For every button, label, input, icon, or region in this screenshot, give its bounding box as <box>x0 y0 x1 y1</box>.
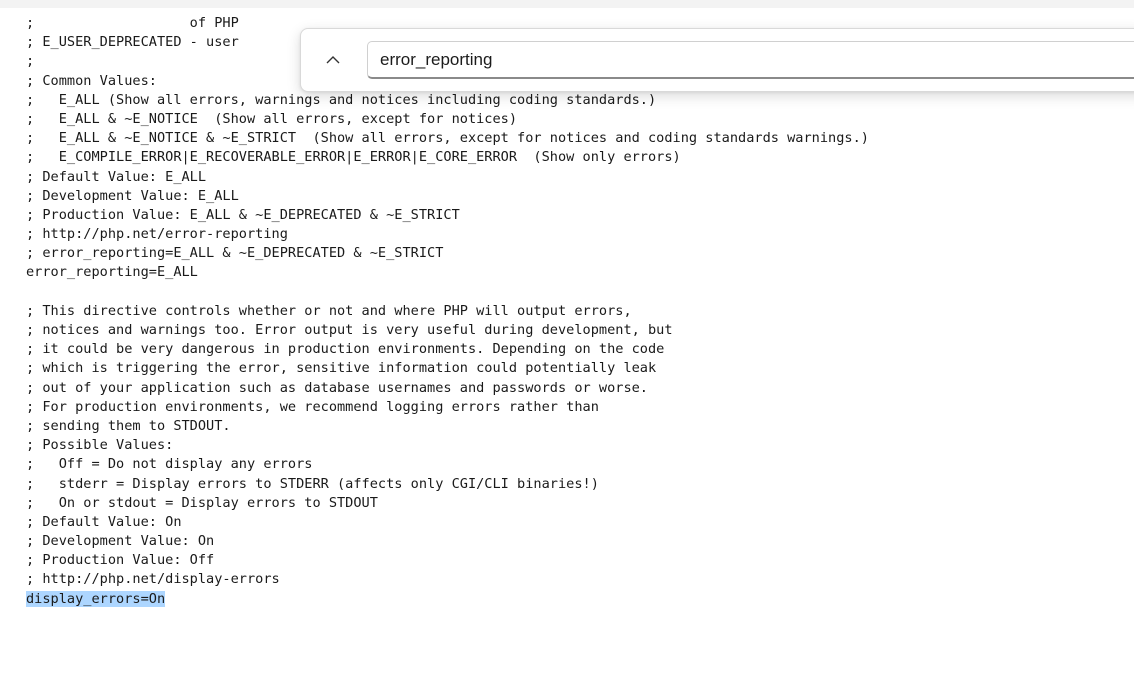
code-line-text: ; http://php.net/error-reporting <box>26 226 288 243</box>
code-line: error_reporting=E_ALL <box>26 263 869 282</box>
code-line: ; http://php.net/display-errors <box>26 570 869 589</box>
code-line: ; Off = Do not display any errors <box>26 455 869 474</box>
code-line-text: ; Off = Do not display any errors <box>26 456 313 473</box>
code-line-text: ; which is triggering the error, sensiti… <box>26 360 657 377</box>
code-line: ; E_ALL (Show all errors, warnings and n… <box>26 91 869 110</box>
find-bar <box>300 28 1134 92</box>
code-line-text: ; stderr = Display errors to STDERR (aff… <box>26 475 599 492</box>
code-line-text: ; notices and warnings too. Error output… <box>26 322 673 338</box>
code-line-text: ; it could be very dangerous in producti… <box>26 341 665 358</box>
find-previous-button[interactable] <box>315 43 351 77</box>
code-line: ; Production Value: Off <box>26 551 869 570</box>
code-line-text: ; E_COMPILE_ERROR|E_RECOVERABLE_ERROR|E_… <box>26 149 681 166</box>
code-line: ; notices and warnings too. Error output… <box>26 321 869 340</box>
code-line: ; For production environments, we recomm… <box>26 398 869 417</box>
code-line: ; sending them to STDOUT. <box>26 417 869 436</box>
code-line-text: ; Default Value: On <box>26 513 182 530</box>
code-line: ; Default Value: E_ALL <box>26 168 869 187</box>
code-area[interactable]: ; of PHP ; E_USER_DEPRECATED - user; ; Com… <box>26 14 869 609</box>
code-line: ; error_reporting=E_ALL & ~E_DEPRECATED … <box>26 244 869 263</box>
code-line: ; out of your application such as databa… <box>26 379 869 398</box>
code-line: ; Default Value: On <box>26 513 869 532</box>
selected-text: display_errors=On <box>26 590 166 607</box>
code-line: ; Production Value: E_ALL & ~E_DEPRECATE… <box>26 206 869 225</box>
code-line-text: ; <box>26 53 35 70</box>
code-line-text: ; Default Value: E_ALL <box>26 168 207 185</box>
code-line: display_errors=On <box>26 590 869 609</box>
code-line-text: ; error_reporting=E_ALL & ~E_DEPRECATED … <box>26 245 444 262</box>
text-editor[interactable]: ; of PHP ; E_USER_DEPRECATED - user; ; Com… <box>0 0 1134 691</box>
code-line-text: error_reporting=E_ALL <box>26 264 198 281</box>
code-line: ; which is triggering the error, sensiti… <box>26 359 869 378</box>
code-line-text: ; On or stdout = Display errors to STDOU… <box>26 494 378 511</box>
code-line: ; On or stdout = Display errors to STDOU… <box>26 494 869 513</box>
find-input[interactable] <box>367 41 1134 79</box>
code-line-text: ; For production environments, we recomm… <box>26 398 599 415</box>
code-line: ; stderr = Display errors to STDERR (aff… <box>26 475 869 494</box>
code-line-text: ; Production Value: E_ALL & ~E_DEPRECATE… <box>26 206 460 223</box>
code-line-text: ; Development Value: E_ALL <box>26 187 239 204</box>
code-line: ; Development Value: On <box>26 532 869 551</box>
code-line: ; http://php.net/error-reporting <box>26 225 869 244</box>
code-line-text: ; Common Values: <box>26 72 157 89</box>
editor-top-strip <box>0 0 1134 8</box>
code-line-text: ; sending them to STDOUT. <box>26 417 231 434</box>
code-line: ; Possible Values: <box>26 436 869 455</box>
code-line-text: ; Development Value: On <box>26 533 215 550</box>
code-line: ; E_COMPILE_ERROR|E_RECOVERABLE_ERROR|E_… <box>26 148 869 167</box>
code-line-text: ; E_ALL (Show all errors, warnings and n… <box>26 91 657 108</box>
code-line: ; Development Value: E_ALL <box>26 187 869 206</box>
code-line-text: ; This directive controls whether or not… <box>26 302 632 319</box>
code-line-text: ; out of your application such as databa… <box>26 379 648 396</box>
code-line-text: ; E_ALL & ~E_NOTICE (Show all errors, ex… <box>26 110 518 127</box>
code-line-text: ; http://php.net/display-errors <box>26 571 280 588</box>
code-line-text: ; of PHP <box>26 15 239 31</box>
code-line: ; it could be very dangerous in producti… <box>26 340 869 359</box>
code-line: ; E_ALL & ~E_NOTICE (Show all errors, ex… <box>26 110 869 129</box>
code-line-text: ; E_ALL & ~E_NOTICE & ~E_STRICT (Show al… <box>26 130 869 147</box>
code-line-text: ; Production Value: Off <box>26 552 215 569</box>
code-line-text: ; Possible Values: <box>26 437 174 454</box>
code-line: ; This directive controls whether or not… <box>26 302 869 321</box>
code-line: ; E_ALL & ~E_NOTICE & ~E_STRICT (Show al… <box>26 129 869 148</box>
chevron-up-icon <box>326 51 340 69</box>
code-line-text: ; E_USER_DEPRECATED - user <box>26 34 239 51</box>
